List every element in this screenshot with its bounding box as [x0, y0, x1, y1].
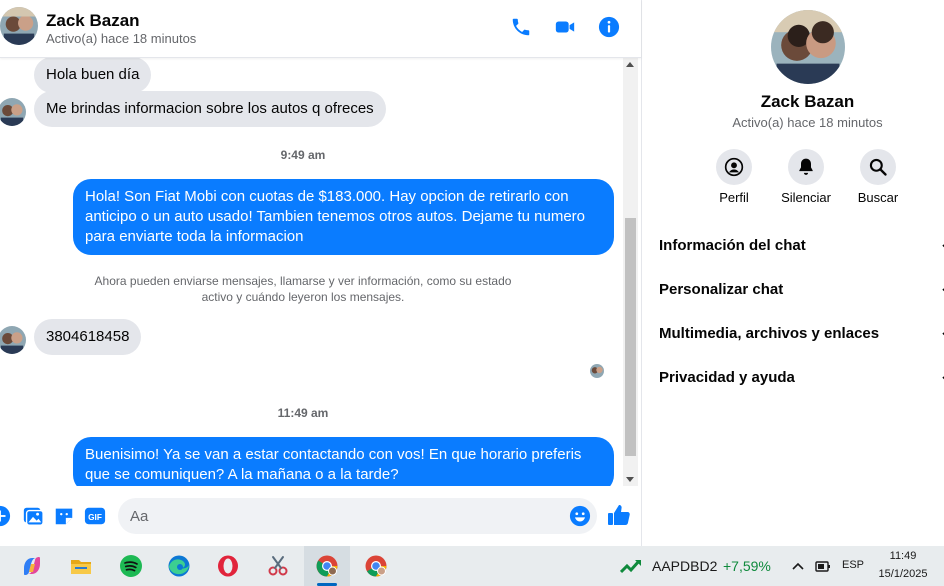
- incoming-message[interactable]: 3804618458: [34, 319, 142, 355]
- contact-avatar-large[interactable]: [771, 10, 845, 84]
- language-indicator[interactable]: ESP: [842, 559, 864, 571]
- gif-label: GIF: [88, 513, 102, 522]
- contact-status: Activo(a) hace 18 minutos: [46, 31, 197, 46]
- chrome-icon[interactable]: [311, 550, 343, 582]
- messenger-window: Zack Bazan Activo(a) hace 18 minutos Hol…: [0, 0, 944, 546]
- phone-icon[interactable]: [509, 15, 533, 39]
- timestamp: 11:49 am: [277, 406, 329, 420]
- panel-contact-status: Activo(a) hace 18 minutos: [732, 115, 883, 130]
- contact-avatar-small[interactable]: [0, 326, 26, 354]
- message-input-box[interactable]: [118, 498, 597, 534]
- chrome-icon[interactable]: [360, 550, 392, 582]
- image-icon[interactable]: [22, 505, 44, 527]
- profile-icon[interactable]: [716, 149, 752, 185]
- edge-icon[interactable]: [163, 550, 195, 582]
- system-notice: Ahora pueden enviarse mensajes, llamarse…: [94, 274, 512, 304]
- emoji-icon[interactable]: [569, 505, 591, 527]
- contact-avatar-small[interactable]: [0, 98, 26, 126]
- section-customize-chat[interactable]: Personalizar chat: [659, 281, 944, 298]
- incoming-message[interactable]: Hola buen día: [34, 58, 152, 93]
- spotify-icon[interactable]: [115, 550, 147, 582]
- scroll-down-arrow-icon[interactable]: [626, 477, 634, 482]
- opera-icon[interactable]: [212, 550, 244, 582]
- copilot-icon[interactable]: [16, 550, 48, 582]
- bell-icon[interactable]: [788, 149, 824, 185]
- contact-avatar[interactable]: [0, 7, 38, 45]
- plus-icon[interactable]: [0, 505, 11, 527]
- mute-button[interactable]: Silenciar: [766, 149, 846, 205]
- chat-header: Zack Bazan Activo(a) hace 18 minutos: [0, 0, 641, 58]
- scrollbar-thumb[interactable]: [625, 218, 636, 456]
- windows-taskbar: AAPDBD2 +7,59% ESP 11:49 15/1/2025: [0, 546, 944, 586]
- info-icon[interactable]: [597, 15, 621, 39]
- search-label: Buscar: [857, 190, 899, 205]
- mute-label: Silenciar: [781, 190, 831, 205]
- stock-trend-icon[interactable]: [620, 558, 642, 574]
- message-list[interactable]: Hola buen día Me brindas informacion sob…: [0, 58, 623, 486]
- message-input[interactable]: [130, 498, 560, 534]
- outgoing-message[interactable]: Buenisimo! Ya se van a estar contactando…: [73, 437, 614, 486]
- video-camera-icon[interactable]: [553, 15, 577, 39]
- section-media-files-links[interactable]: Multimedia, archivos y enlaces: [659, 325, 944, 342]
- section-privacy-help[interactable]: Privacidad y ayuda: [659, 369, 944, 386]
- incoming-message[interactable]: Me brindas informacion sobre los autos q…: [34, 91, 386, 127]
- clock-time[interactable]: 11:49: [878, 550, 928, 562]
- panel-contact-name: Zack Bazan: [760, 92, 855, 111]
- snipping-tool-icon[interactable]: [262, 550, 294, 582]
- read-receipt-avatar: [590, 364, 604, 378]
- stock-change[interactable]: +7,59%: [723, 558, 771, 574]
- gif-icon[interactable]: GIF: [84, 505, 106, 527]
- composer: GIF: [0, 486, 641, 546]
- section-label: Privacidad y ayuda: [659, 369, 795, 386]
- file-explorer-icon[interactable]: [65, 550, 97, 582]
- section-label: Personalizar chat: [659, 281, 784, 298]
- thumbs-up-icon[interactable]: [607, 503, 631, 527]
- sticker-icon[interactable]: [53, 505, 75, 527]
- stock-ticker[interactable]: AAPDBD2: [652, 558, 717, 574]
- clock-date[interactable]: 15/1/2025: [874, 568, 932, 580]
- network-icon[interactable]: [815, 558, 831, 574]
- section-label: Multimedia, archivos y enlaces: [659, 325, 880, 342]
- chat-details-panel: Zack Bazan Activo(a) hace 18 minutos Per…: [641, 0, 944, 546]
- chat-column: Zack Bazan Activo(a) hace 18 minutos Hol…: [0, 0, 641, 546]
- search-button[interactable]: Buscar: [838, 149, 918, 205]
- timestamp: 9:49 am: [280, 148, 326, 162]
- profile-label: Perfil: [719, 190, 749, 205]
- search-icon[interactable]: [860, 149, 896, 185]
- section-label: Información del chat: [659, 237, 806, 254]
- message-scrollbar[interactable]: [623, 58, 638, 486]
- contact-name[interactable]: Zack Bazan: [46, 11, 140, 31]
- profile-button[interactable]: Perfil: [694, 149, 774, 205]
- chevron-up-icon[interactable]: [791, 559, 805, 573]
- outgoing-message[interactable]: Hola! Son Fiat Mobi con cuotas de $183.0…: [73, 179, 614, 255]
- section-chat-info[interactable]: Información del chat: [659, 237, 944, 254]
- scroll-up-arrow-icon[interactable]: [626, 62, 634, 67]
